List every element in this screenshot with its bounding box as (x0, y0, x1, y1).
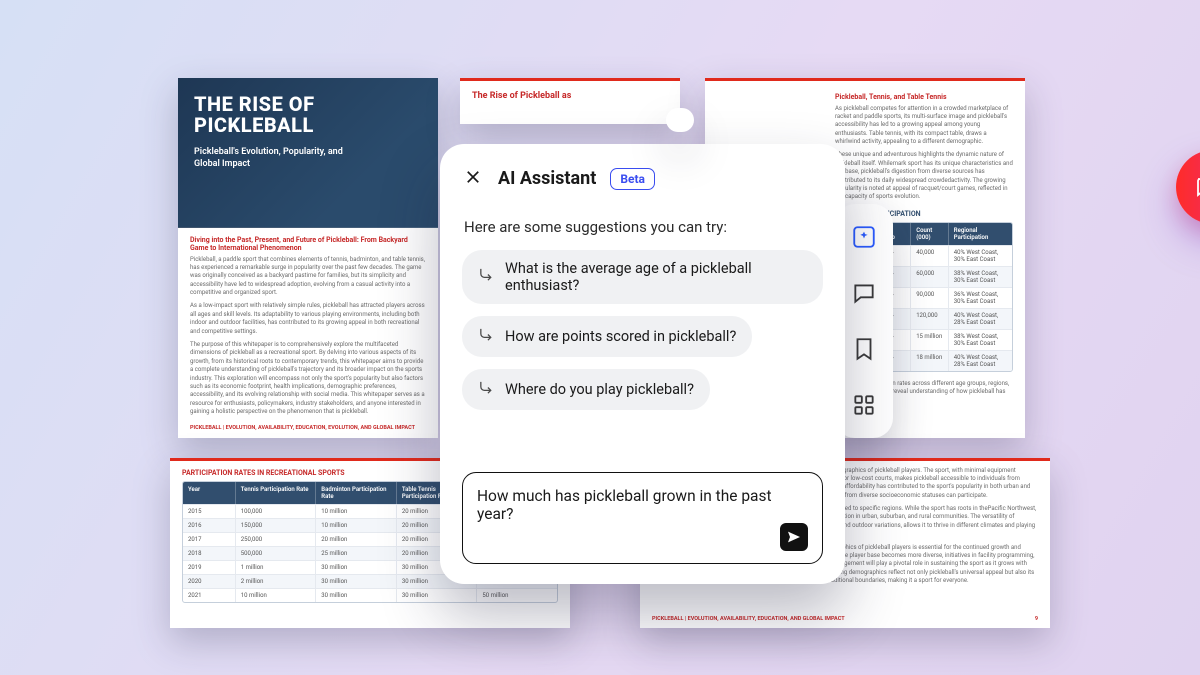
th: Regional Participation (949, 223, 1012, 245)
reply-arrow-icon (478, 379, 495, 400)
br-footer: PICKLEBALL | EVOLUTION, AVAILABILITY, ED… (652, 616, 845, 622)
th: Count (000) (911, 223, 949, 245)
td: 100,000 (236, 505, 317, 518)
suggestion-chip[interactable]: Where do you play pickleball? (462, 369, 710, 410)
td: 60,000 (911, 267, 949, 287)
td: 500,000 (236, 547, 317, 560)
td: 2019 (183, 561, 236, 574)
br-page-number: 9 (1035, 616, 1038, 622)
th: Tennis Participation Rate (236, 482, 317, 504)
ai-assistant-panel: AI Assistant Beta Here are some suggesti… (440, 144, 845, 584)
td: 2018 (183, 547, 236, 560)
cover-hero: THE RISE OF PICKLEBALL Pickleball's Evol… (178, 78, 438, 228)
beta-badge: Beta (610, 168, 655, 190)
td: 38% West Coast, 30% East Coast (949, 267, 1012, 287)
td: 50 million (477, 589, 557, 602)
td: 40% West Coast, 28% East Coast (949, 351, 1012, 371)
ai-assistant-launch-button[interactable]: AI Assistant (1176, 150, 1200, 224)
right-para: As pickleball competes for attention in … (835, 105, 1013, 147)
suggestion-text: Where do you play pickleball? (505, 381, 694, 398)
ai-assistant-pill-card: AI Assistant (666, 108, 694, 132)
td: 150,000 (236, 519, 317, 532)
td: 15 million (911, 330, 949, 350)
mid-header-title: The Rise of Pickleball as (460, 81, 680, 101)
td: 2017 (183, 533, 236, 546)
suggestion-text: What is the average age of a pickleball … (505, 260, 807, 294)
toolbar-comment-button[interactable] (849, 278, 879, 308)
prompt-input-container: How much has pickleball grown in the pas… (462, 472, 823, 564)
close-button[interactable] (462, 166, 484, 192)
td: 25 million (316, 547, 397, 560)
td: 38% West Coast, 30% East Coast (949, 330, 1012, 350)
suggestion-text: How are points scored in pickleball? (505, 328, 736, 345)
td: 120,000 (911, 309, 949, 329)
td: 2021 (183, 589, 236, 602)
suggestions-intro: Here are some suggestions you can try: (464, 218, 821, 236)
td: 20 million (316, 533, 397, 546)
td: 10 million (316, 505, 397, 518)
td: 40% West Coast, 28% East Coast (949, 309, 1012, 329)
td: 2 million (236, 575, 317, 588)
th: Badminton Participation Rate (316, 482, 397, 504)
td: 18 million (911, 351, 949, 371)
toolbar-bookmark-button[interactable] (849, 334, 879, 364)
td: 30 million (316, 589, 397, 602)
td: 2020 (183, 575, 236, 588)
panel-header: AI Assistant Beta (462, 166, 823, 192)
composite-stage: THE RISE OF PICKLEBALL Pickleball's Evol… (170, 78, 1030, 598)
panel-title: AI Assistant (498, 168, 596, 189)
td: 250,000 (236, 533, 317, 546)
td: 30 million (316, 575, 397, 588)
toolbar-ai-sparkle-button[interactable] (849, 222, 879, 252)
cover-para: Pickleball, a paddle sport that combines… (190, 256, 426, 298)
right-heading: Pickleball, Tennis, and Table Tennis (835, 93, 1013, 101)
td: 90,000 (911, 288, 949, 308)
suggestion-chip[interactable]: How are points scored in pickleball? (462, 316, 752, 357)
cover-para: As a low-impact sport with relatively si… (190, 302, 426, 336)
doc-page-mid-header: The Rise of Pickleball as (460, 78, 680, 124)
td: 10 million (236, 589, 317, 602)
th: Year (183, 482, 236, 504)
right-para: These unique and adventurous highlights … (835, 151, 1013, 201)
td: 2016 (183, 519, 236, 532)
send-button[interactable] (780, 523, 808, 551)
reply-arrow-icon (478, 266, 495, 287)
td: 36% West Coast, 30% East Coast (949, 288, 1012, 308)
doc-page-cover: THE RISE OF PICKLEBALL Pickleball's Evol… (178, 78, 438, 438)
reply-arrow-icon (478, 326, 495, 347)
cover-title-line1: THE RISE OF (194, 94, 422, 115)
cover-title-line2: PICKLEBALL (194, 115, 422, 136)
td: 30 million (316, 561, 397, 574)
td: 30 million (397, 589, 478, 602)
td: 10 million (316, 519, 397, 532)
td: 40% West Coast, 30% East Coast (949, 246, 1012, 266)
cover-section-heading: Diving into the Past, Present, and Futur… (190, 236, 426, 252)
td: 2015 (183, 505, 236, 518)
prompt-input[interactable]: How much has pickleball grown in the pas… (477, 487, 808, 523)
cover-footer: PICKLEBALL | EVOLUTION, AVAILABILITY, ED… (190, 425, 426, 433)
sparkle-chat-icon (1194, 175, 1200, 199)
cover-subtitle: Pickleball's Evolution, Popularity, and … (194, 146, 344, 170)
td: 1 million (236, 561, 317, 574)
suggestion-chip[interactable]: What is the average age of a pickleball … (462, 250, 823, 304)
cover-para: The purpose of this whitepaper is to com… (190, 341, 426, 417)
toolbar-apps-button[interactable] (849, 390, 879, 420)
td: 40,000 (911, 246, 949, 266)
